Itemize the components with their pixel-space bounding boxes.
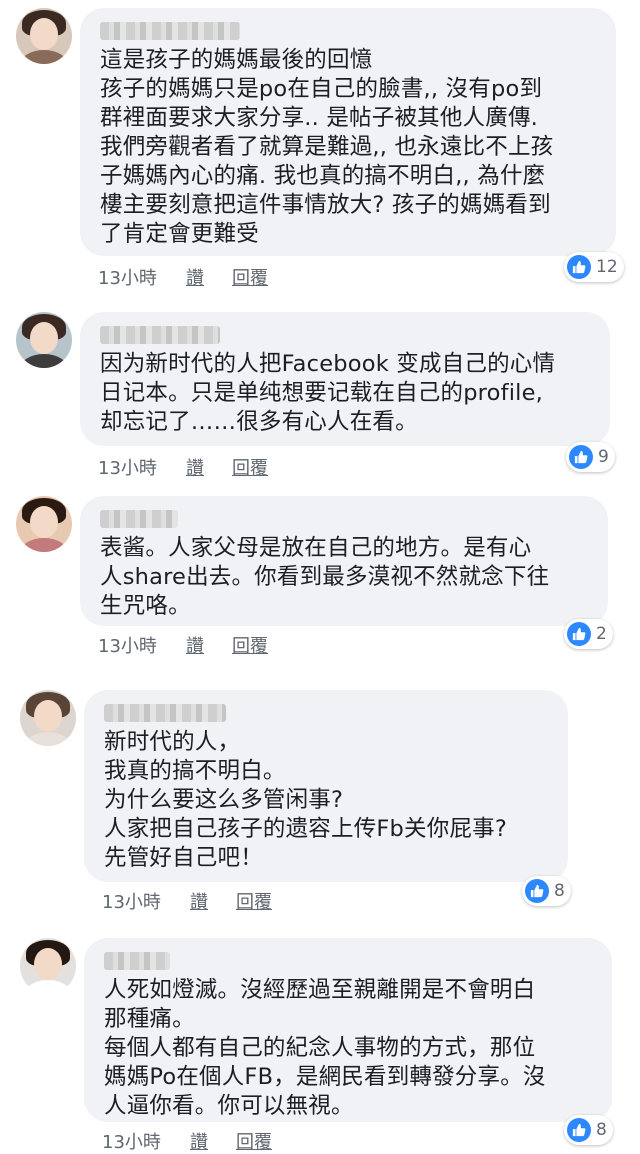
thumbs-up-icon bbox=[567, 622, 591, 646]
comment-bubble: 人死如燈滅。沒經歷過至親離開是不會明白 那種痛。 每個人都有自己的紀念人事物的方… bbox=[84, 938, 612, 1122]
comment-actions: 13小時 讚 回覆 bbox=[98, 264, 268, 290]
reaction-count[interactable]: 9 bbox=[566, 442, 615, 472]
avatar[interactable] bbox=[20, 938, 76, 994]
author-name[interactable] bbox=[100, 510, 178, 528]
like-link[interactable]: 讚 bbox=[190, 888, 236, 914]
comment-actions: 13小時 讚 回覆 bbox=[102, 1128, 272, 1154]
reply-link[interactable]: 回覆 bbox=[232, 454, 268, 480]
timestamp: 13小時 bbox=[98, 268, 157, 289]
timestamp: 13小時 bbox=[98, 636, 157, 657]
avatar[interactable] bbox=[16, 8, 72, 64]
comment-text: 人死如燈滅。沒經歷過至親離開是不會明白 那種痛。 每個人都有自己的紀念人事物的方… bbox=[104, 977, 546, 1119]
comment-text: 新时代的人， 我真的搞不明白。 为什么要这么多管闲事? 人家把自己孩子的遗容上传… bbox=[104, 729, 507, 871]
comment-actions: 13小時 讚 回覆 bbox=[102, 888, 272, 914]
reply-link[interactable]: 回覆 bbox=[236, 888, 272, 914]
avatar[interactable] bbox=[20, 690, 76, 746]
reaction-number: 9 bbox=[598, 447, 609, 467]
reaction-number: 8 bbox=[554, 881, 565, 901]
like-link[interactable]: 讚 bbox=[186, 454, 232, 480]
reply-link[interactable]: 回覆 bbox=[232, 632, 268, 658]
comment-bubble: 因为新时代的人把Facebook 变成自己的心情 日记本。只是单纯想要记载在自己… bbox=[80, 312, 610, 446]
author-name[interactable] bbox=[100, 326, 220, 344]
comment-actions: 13小時 讚 回覆 bbox=[98, 632, 268, 658]
thumbs-up-icon bbox=[567, 255, 591, 279]
timestamp: 13小時 bbox=[102, 892, 161, 913]
like-link[interactable]: 讚 bbox=[186, 264, 232, 290]
reaction-count[interactable]: 8 bbox=[564, 1115, 613, 1145]
reaction-number: 2 bbox=[596, 624, 607, 644]
comment-text: 因为新时代的人把Facebook 变成自己的心情 日记本。只是单纯想要记载在自己… bbox=[100, 351, 556, 435]
avatar[interactable] bbox=[16, 312, 72, 368]
comment-text: 這是孩子的媽媽最後的回憶 孩子的媽媽只是po在自己的臉書,, 沒有po到 群裡面… bbox=[100, 47, 554, 247]
like-link[interactable]: 讚 bbox=[190, 1128, 236, 1154]
reaction-count[interactable]: 8 bbox=[522, 876, 571, 906]
timestamp: 13小時 bbox=[98, 458, 157, 479]
reaction-number: 12 bbox=[596, 257, 618, 277]
reply-link[interactable]: 回覆 bbox=[232, 264, 268, 290]
thumbs-up-icon bbox=[525, 879, 549, 903]
reply-link[interactable]: 回覆 bbox=[236, 1128, 272, 1154]
reaction-count[interactable]: 12 bbox=[564, 252, 624, 282]
timestamp: 13小時 bbox=[102, 1132, 161, 1153]
comment-text: 表酱。人家父母是放在自己的地方。是有心 人share出去。你看到最多漠视不然就念… bbox=[100, 535, 550, 619]
avatar[interactable] bbox=[16, 496, 72, 552]
like-link[interactable]: 讚 bbox=[186, 632, 232, 658]
comment-bubble: 表酱。人家父母是放在自己的地方。是有心 人share出去。你看到最多漠视不然就念… bbox=[80, 496, 608, 626]
author-name[interactable] bbox=[100, 22, 240, 40]
thumbs-up-icon bbox=[569, 445, 593, 469]
comment-actions: 13小時 讚 回覆 bbox=[98, 454, 268, 480]
reaction-number: 8 bbox=[596, 1120, 607, 1140]
author-name[interactable] bbox=[104, 704, 226, 722]
comment-bubble: 這是孩子的媽媽最後的回憶 孩子的媽媽只是po在自己的臉書,, 沒有po到 群裡面… bbox=[80, 8, 616, 256]
author-name[interactable] bbox=[104, 952, 170, 970]
reaction-count[interactable]: 2 bbox=[564, 619, 613, 649]
comment-bubble: 新时代的人， 我真的搞不明白。 为什么要这么多管闲事? 人家把自己孩子的遗容上传… bbox=[84, 690, 568, 882]
thumbs-up-icon bbox=[567, 1118, 591, 1142]
